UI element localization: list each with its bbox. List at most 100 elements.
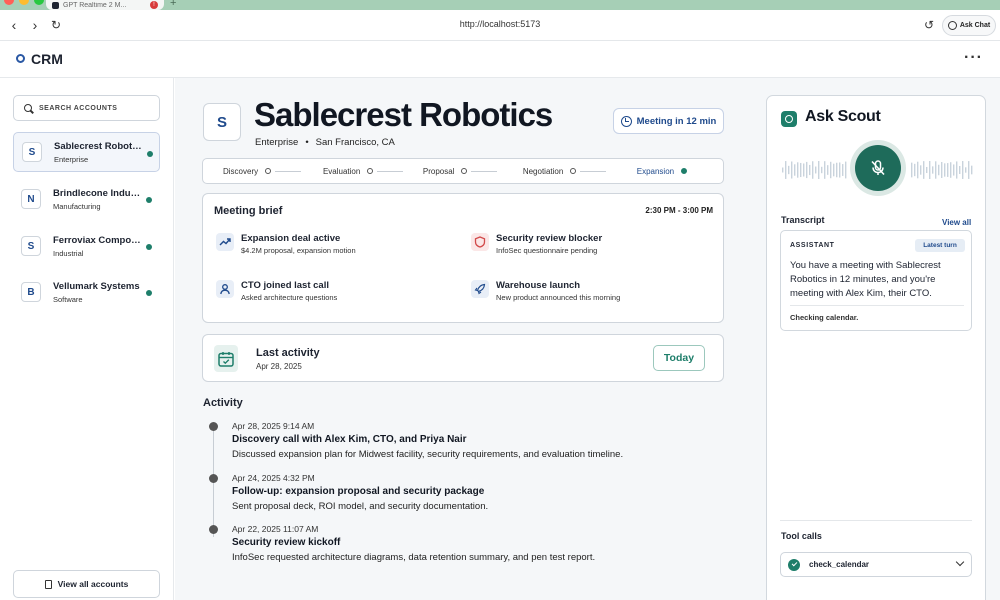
tab-title: GPT Realtime 2 M...: [63, 1, 127, 9]
tab-alert-badge[interactable]: !: [150, 1, 158, 9]
mute-microphone-button[interactable]: [855, 145, 901, 191]
waveform-bar: [926, 166, 928, 174]
waveform-bar: [830, 161, 832, 179]
company-name: Sablecrest Robotics: [254, 96, 553, 133]
stage-dot: [367, 168, 374, 174]
waveform-bar: [803, 163, 805, 177]
meeting-brief-card: Meeting brief 2:30 PM - 3:00 PM Expansio…: [202, 193, 724, 323]
waveform-bar: [965, 167, 967, 173]
waveform-bar: [791, 161, 793, 179]
account-industry: Enterprise: [54, 154, 89, 164]
event-date: Apr 28, 2025 9:14 AM: [232, 421, 315, 431]
rocket-icon: [471, 280, 489, 298]
tool-call-item[interactable]: check_calendar: [780, 552, 972, 577]
timeline-event: Apr 24, 2025 4:32 PM Follow-up: expansio…: [209, 473, 729, 515]
search-accounts-input[interactable]: SEARCH ACCOUNTS: [13, 95, 160, 121]
stage-negotiation[interactable]: Negotiation: [523, 167, 623, 176]
waveform-bar: [950, 162, 952, 178]
account-item-brindlecone[interactable]: N Brindlecone Industries Manufacturing: [13, 179, 160, 219]
stage-connector: [471, 170, 498, 172]
divider: [790, 305, 964, 306]
ask-chat-button[interactable]: Ask Chat: [942, 15, 996, 36]
brief-item-title: Warehouse launch: [496, 280, 581, 291]
stage-dot: [461, 168, 468, 174]
brief-item-subtitle: $4.2M proposal, expansion motion: [241, 246, 356, 255]
account-name: Sablecrest Robotics: [54, 140, 144, 152]
stage-connector: [275, 170, 302, 172]
waveform-bar: [923, 161, 925, 179]
ask-chat-label: Ask Chat: [959, 22, 991, 29]
transcript-message: You have a meeting with Sablecrest Robot…: [790, 260, 941, 299]
maximize-window-button[interactable]: [34, 0, 44, 5]
waveform-bar: [821, 166, 823, 174]
stage-expansion[interactable]: Expansion: [623, 167, 723, 176]
search-placeholder: SEARCH ACCOUNTS: [39, 104, 118, 112]
tool-calls-heading: Tool calls: [781, 531, 822, 541]
view-all-accounts-button[interactable]: View all accounts: [13, 570, 160, 598]
event-date: Apr 24, 2025 4:32 PM: [232, 473, 315, 483]
waveform-bar: [815, 166, 817, 174]
browser-tab[interactable]: GPT Realtime 2 M... !: [46, 0, 164, 10]
transcript-heading: Transcript: [781, 215, 825, 225]
company-avatar: S: [203, 103, 241, 141]
brief-item-subtitle: New product announced this morning: [496, 293, 621, 302]
brief-time: 2:30 PM - 3:00 PM: [645, 206, 713, 215]
brief-item-title: Expansion deal active: [241, 233, 341, 244]
account-avatar: N: [21, 189, 41, 209]
account-status-dot: [146, 244, 152, 250]
account-item-vellumark[interactable]: B Vellumark Systems Software: [13, 272, 160, 312]
waveform-bar: [842, 164, 844, 176]
chevron-down-icon[interactable]: [955, 557, 965, 567]
timeline-event: Apr 28, 2025 9:14 AM Discovery call with…: [209, 421, 729, 463]
user-icon: [216, 280, 234, 298]
account-item-sablecrest[interactable]: S Sablecrest Robotics Enterprise: [13, 132, 160, 172]
document-icon: [44, 579, 52, 589]
stage-proposal[interactable]: Proposal: [423, 167, 523, 176]
waveform-bar: [797, 162, 799, 178]
last-activity-date: Apr 28, 2025: [256, 362, 302, 371]
brief-item: Warehouse launch New product announced t…: [471, 280, 701, 310]
waveform-bar: [812, 161, 814, 179]
waveform-bar: [782, 167, 784, 173]
stage-connector: [580, 170, 607, 172]
history-icon[interactable]: ↺: [924, 18, 934, 32]
account-item-ferroviax[interactable]: S Ferroviax Components Industrial: [13, 226, 160, 266]
waveform-bar: [839, 162, 841, 178]
url-field[interactable]: http://localhost:5173: [0, 19, 1000, 29]
meeting-countdown-button[interactable]: Meeting in 12 min: [613, 108, 724, 134]
crm-logo-icon: [16, 54, 25, 63]
more-menu-icon[interactable]: ···: [964, 49, 983, 67]
view-all-accounts-label: View all accounts: [57, 579, 129, 589]
waveform-bar: [809, 164, 811, 176]
minimize-window-button[interactable]: [19, 0, 29, 5]
close-window-button[interactable]: [4, 0, 14, 5]
brief-item: CTO joined last call Asked architecture …: [216, 280, 446, 310]
account-status-dot: [146, 290, 152, 296]
trending-up-icon: [216, 233, 234, 251]
new-tab-button[interactable]: +: [170, 0, 176, 9]
stage-label: Expansion: [636, 166, 675, 176]
waveform-bar: [818, 161, 820, 179]
address-bar: ‹ › ↻ http://localhost:5173 ↺ Ask Chat: [0, 10, 1000, 41]
stage-discovery[interactable]: Discovery: [223, 167, 323, 176]
stage-evaluation[interactable]: Evaluation: [323, 167, 423, 176]
chat-icon: [947, 21, 957, 30]
waveform-bar: [827, 165, 829, 175]
scout-title: Ask Scout: [805, 108, 881, 125]
event-date: Apr 22, 2025 11:07 AM: [232, 524, 319, 534]
timeline-dot: [209, 474, 218, 483]
waveform-bar: [935, 161, 937, 179]
stage-label: Negotiation: [522, 166, 564, 176]
last-activity-card: Last activity Apr 28, 2025 Today: [202, 334, 724, 382]
waveform-bar: [914, 163, 916, 177]
tool-call-name: check_calendar: [809, 560, 870, 569]
view-all-transcript-link[interactable]: View all: [942, 218, 971, 227]
activity-heading: Activity: [203, 397, 243, 409]
timeline-event: Apr 22, 2025 11:07 AM Security review ki…: [209, 524, 729, 566]
waveform-bar: [932, 166, 934, 174]
company-location: San Francisco, CA: [315, 137, 395, 148]
stage-connector: [377, 170, 404, 172]
tab-favicon-icon: [52, 1, 59, 9]
waveform-bar: [806, 161, 808, 179]
today-button[interactable]: Today: [653, 345, 705, 371]
